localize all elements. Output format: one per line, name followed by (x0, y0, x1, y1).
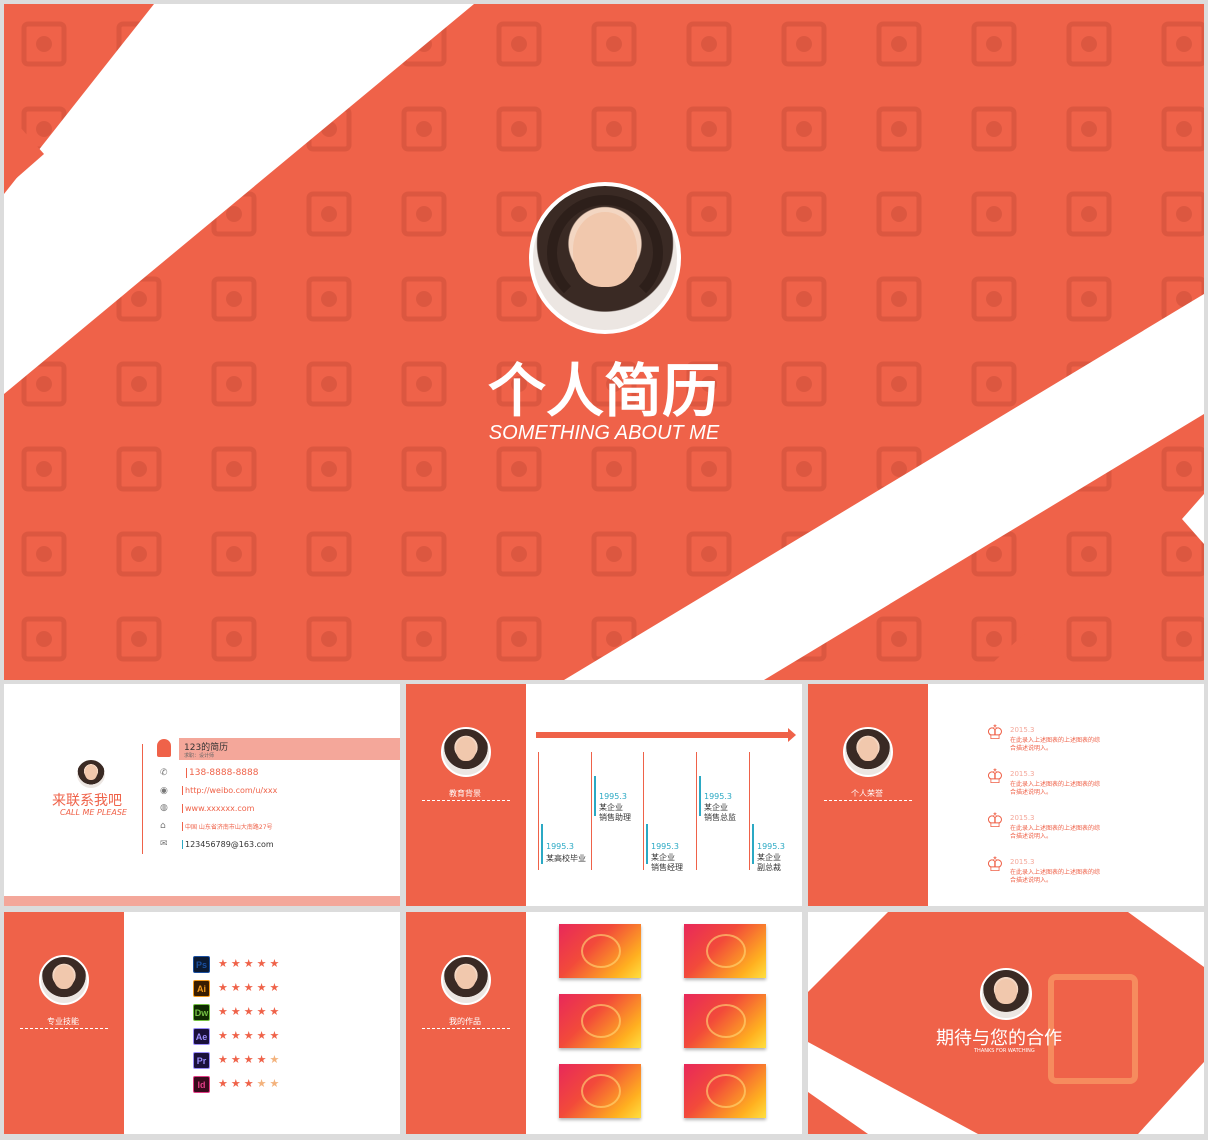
trophy-icon: ♔ (986, 808, 1004, 832)
section-label: 个人荣誉 (851, 789, 883, 798)
works-slide[interactable]: 我的作品 (406, 912, 802, 1134)
edu-date: 1995.3 (704, 792, 732, 801)
thanks-title: 期待与您的合作 (936, 1028, 1062, 1049)
portfolio-thumbnail[interactable] (559, 994, 641, 1048)
honor-text: 合描述说明入。 (1010, 745, 1053, 752)
globe-icon: ◍ (160, 803, 168, 813)
profile-photo (39, 955, 89, 1005)
label-underline (824, 800, 912, 801)
main-subtitle: SOMETHING ABOUT ME (488, 422, 720, 444)
skill-ai-icon: Ai (193, 980, 210, 997)
footer-bar (4, 896, 400, 906)
skill-rating: ★★★★★ (218, 1053, 283, 1066)
profile-photo (441, 955, 491, 1005)
trophy-icon: ♔ (986, 720, 1004, 744)
honor-text: 合描述说明入。 (1010, 877, 1053, 884)
edu-date: 1995.3 (757, 842, 785, 851)
edu-line1: 某高校毕业 (546, 854, 586, 863)
timeline-arrow (536, 732, 788, 738)
email-value[interactable]: 123456789@163.com (182, 840, 274, 849)
label-underline (422, 1028, 510, 1029)
skill-rating: ★★★★★ (218, 981, 283, 994)
portfolio-thumbnail[interactable] (684, 994, 766, 1048)
edu-line2: 副总裁 (757, 863, 781, 872)
timeline-marker (541, 824, 543, 864)
edu-line2: 销售经理 (651, 863, 683, 872)
site-value[interactable]: www.xxxxxx.com (182, 804, 254, 813)
honor-date: 2015.3 (1010, 814, 1035, 822)
home-icon: ⌂ (160, 821, 166, 831)
edu-date: 1995.3 (599, 792, 627, 801)
thanks-subtitle: THANKS FOR WATCHING (974, 1048, 1035, 1054)
timeline-tick (749, 752, 750, 870)
weibo-icon: ◉ (160, 786, 168, 796)
edu-line2: 销售助理 (599, 813, 631, 822)
edu-date: 1995.3 (546, 842, 574, 851)
label-underline (422, 800, 510, 801)
profile-photo (843, 727, 893, 777)
contact-subtitle: CALL ME PLEASE (60, 808, 127, 817)
honor-text: 合描述说明入。 (1010, 833, 1053, 840)
resume-role: 求职：设计师 (184, 753, 215, 759)
profile-photo (980, 968, 1032, 1020)
skill-id-icon: Id (193, 1076, 210, 1093)
timeline-tick (643, 752, 644, 870)
trophy-icon: ♔ (986, 764, 1004, 788)
person-icon (157, 739, 171, 757)
skill-ps-icon: Ps (193, 956, 210, 973)
section-label: 专业技能 (47, 1017, 79, 1026)
timeline-tick (696, 752, 697, 870)
timeline-marker (699, 776, 701, 816)
timeline-tick (538, 752, 539, 870)
title-slide[interactable]: 个人简历 SOMETHING ABOUT ME (4, 4, 1204, 680)
honor-date: 2015.3 (1010, 726, 1035, 734)
honors-slide[interactable]: 个人荣誉 ♔ 2015.3 在此录入上述图表的上述图表的综 合描述说明入。 ♔ … (808, 684, 1204, 906)
address-value: 中国 山东省济南市山大南路27号 (182, 822, 273, 831)
skills-slide[interactable]: 专业技能 Ps ★★★★★ Ai ★★★★★ Dw ★★★★★ Ae ★★★★★ Pr ★★★★★… (4, 912, 400, 1134)
divider (142, 744, 143, 854)
timeline-marker (646, 824, 648, 864)
timeline-tick (591, 752, 592, 870)
thanks-slide[interactable]: 期待与您的合作 THANKS FOR WATCHING (808, 912, 1204, 1134)
label-underline (20, 1028, 108, 1029)
profile-photo (441, 727, 491, 777)
skill-rating: ★★★★★ (218, 957, 283, 970)
timeline-marker (752, 824, 754, 864)
education-slide[interactable]: 教育背景 1995.3 某高校毕业 1995.3 某企业 销售助理 1995.3… (406, 684, 802, 906)
main-title: 个人简历 (487, 357, 720, 425)
phone-value[interactable]: 138-8888-8888 (186, 768, 258, 778)
skill-dw-icon: Dw (193, 1004, 210, 1021)
mail-icon: ✉ (160, 839, 168, 849)
honor-text: 合描述说明入。 (1010, 789, 1053, 796)
portfolio-thumbnail[interactable] (559, 924, 641, 978)
portfolio-thumbnail[interactable] (559, 1064, 641, 1118)
skill-rating: ★★★★★ (218, 1005, 283, 1018)
edu-line2: 销售总监 (704, 813, 736, 822)
skill-rating: ★★★★★ (218, 1077, 283, 1090)
phone-icon: ✆ (160, 768, 168, 778)
white-diagonal-bands (4, 4, 1204, 680)
profile-photo (76, 759, 106, 789)
skill-ae-icon: Ae (193, 1028, 210, 1045)
trophy-icon: ♔ (986, 852, 1004, 876)
section-label: 教育背景 (449, 789, 481, 798)
portfolio-thumbnail[interactable] (684, 1064, 766, 1118)
portfolio-thumbnail[interactable] (684, 924, 766, 978)
section-label: 我的作品 (449, 1017, 481, 1026)
timeline-marker (594, 776, 596, 816)
contact-slide[interactable]: 来联系我吧 CALL ME PLEASE 123的简历 求职：设计师 ✆ 138… (4, 684, 400, 906)
skill-rating: ★★★★★ (218, 1029, 283, 1042)
skill-pr-icon: Pr (193, 1052, 210, 1069)
white-diagonal-bands (808, 912, 1204, 1134)
weibo-value[interactable]: http://weibo.com/u/xxx (182, 786, 277, 795)
honor-date: 2015.3 (1010, 858, 1035, 866)
honor-date: 2015.3 (1010, 770, 1035, 778)
contact-title: 来联系我吧 (52, 793, 122, 809)
edu-date: 1995.3 (651, 842, 679, 851)
profile-photo (529, 182, 681, 334)
arrow-head (788, 728, 796, 742)
